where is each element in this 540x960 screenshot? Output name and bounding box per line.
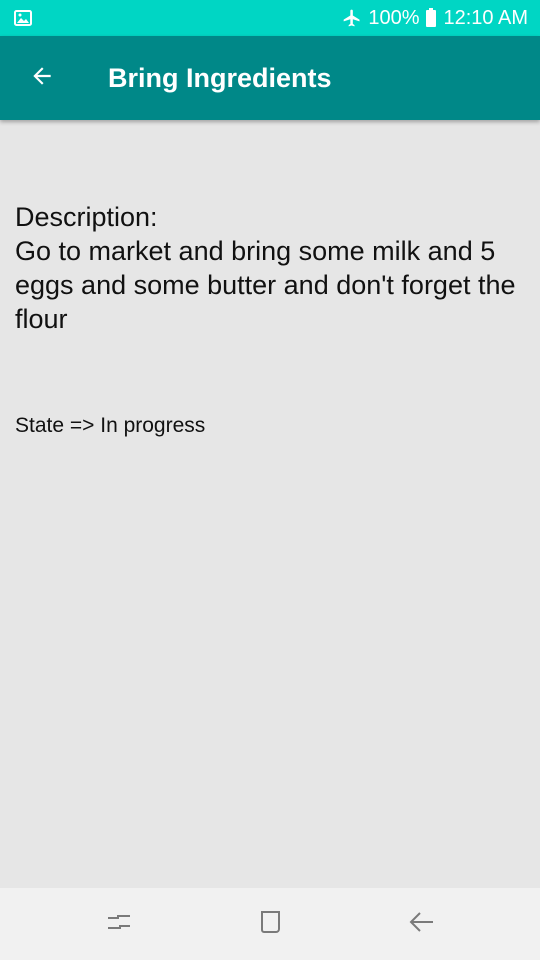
arrow-left-icon [29, 63, 55, 94]
task-state: State => In progress [15, 414, 206, 437]
back-button[interactable] [14, 56, 70, 100]
battery-icon [425, 8, 437, 28]
page-title: Bring Ingredients [108, 62, 332, 93]
nav-back-button[interactable] [397, 904, 445, 944]
airplane-mode-icon [342, 8, 362, 28]
system-nav-bar [0, 888, 540, 960]
recent-apps-button[interactable] [95, 904, 143, 944]
app-bar: Bring Ingredients [0, 36, 540, 120]
task-details: Description: Go to market and bring some… [15, 200, 530, 336]
description-label: Description: [15, 202, 158, 232]
back-icon [407, 908, 435, 941]
description-text: Go to market and bring some milk and 5 e… [15, 236, 516, 334]
recent-apps-icon [105, 908, 133, 941]
image-notification-icon [14, 10, 32, 26]
status-bar: 100% 12:10 AM [0, 0, 540, 36]
status-time: 12:10 AM [443, 6, 528, 29]
battery-percent: 100% [368, 6, 420, 29]
home-button[interactable] [246, 904, 294, 944]
home-icon [256, 908, 284, 941]
